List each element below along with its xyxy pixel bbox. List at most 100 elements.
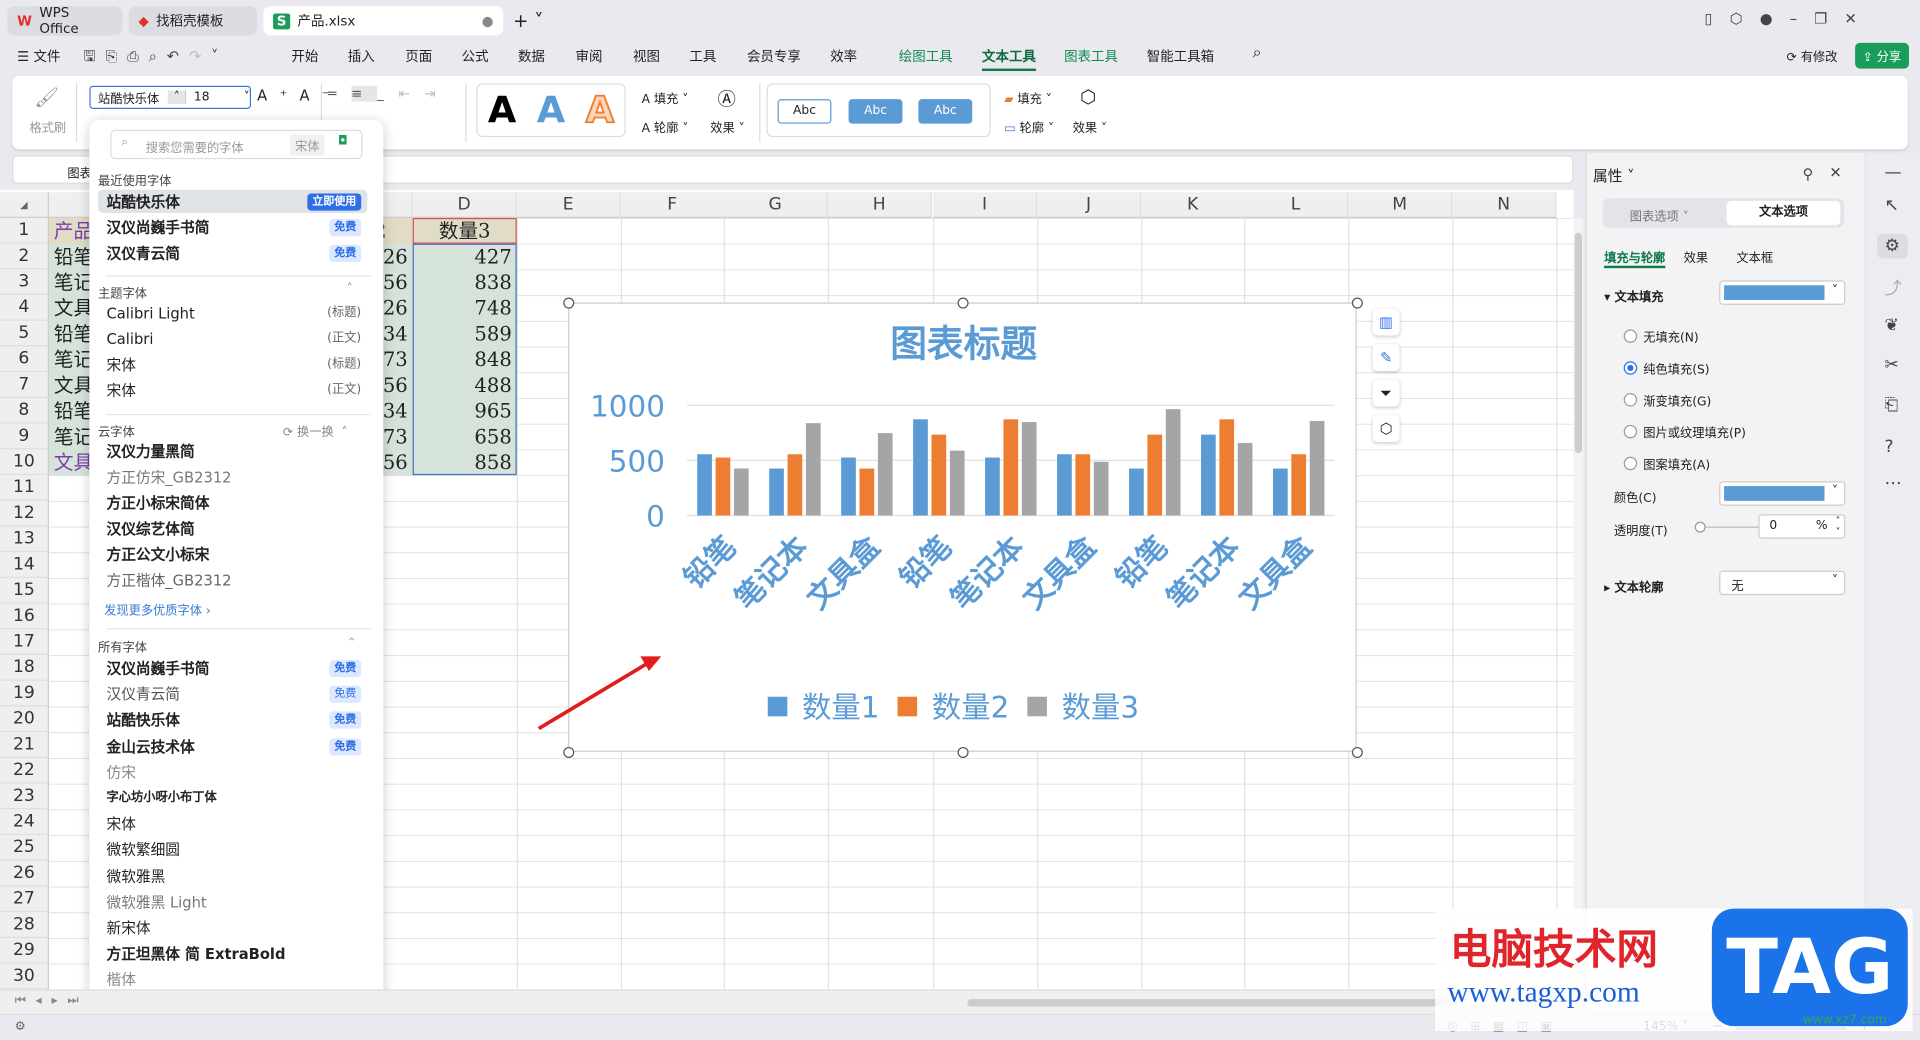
sheet-nav-arrows[interactable]: ⏮◂▸⏭ [15, 994, 89, 1007]
section-recent: 最近使用字体 [97, 175, 172, 189]
transparency-label: 透明度(T) [1613, 525, 1668, 539]
fill-type-radio[interactable]: 图片或纹理填充(P) [1623, 422, 1746, 441]
font-badge: 免费 [329, 685, 362, 704]
font-option[interactable]: 方正坦黑体 简 ExtraBold [107, 942, 362, 966]
close-panel-icon[interactable]: ✕ [1829, 164, 1841, 181]
image-tools-icon[interactable]: ❦ [1884, 316, 1898, 336]
tools-icon[interactable]: ✂ [1884, 355, 1898, 375]
font-option[interactable]: Calibri Light (标题) [107, 301, 362, 325]
select-cursor-icon[interactable]: ↖ [1884, 196, 1898, 216]
transparency-input[interactable]: 0% ˄ ˅ [1758, 514, 1846, 539]
text-outline-section[interactable]: ▸ 文本轮廓 [1604, 577, 1663, 595]
font-option[interactable]: 汉仪尚巍手书简 免费 [107, 656, 362, 680]
font-option[interactable]: 汉仪综艺体简 [107, 517, 362, 541]
chevron-down-icon: ˅ [1831, 284, 1838, 298]
help-icon[interactable]: ? [1884, 437, 1893, 457]
chevron-down-icon: ˅ [1831, 574, 1838, 588]
color-label: 颜色(C) [1613, 492, 1657, 506]
fill-color-swatch [1724, 285, 1825, 301]
tab-chart-options[interactable]: 图表选项 ˅ [1630, 206, 1689, 224]
font-option[interactable]: 汉仪力量黑简 [107, 440, 362, 464]
font-option[interactable]: 微软繁细圆 [107, 838, 362, 862]
font-option[interactable]: 汉仪尚巍手书简 免费 [107, 216, 362, 240]
font-dropdown[interactable]: ⌕ 搜索您需要的字体 宋体 ◘ 最近使用字体 站酷快乐体 立即使用 汉仪尚巍手书简免… [89, 120, 384, 1033]
color-swatch [1724, 486, 1825, 501]
fill-type-radio[interactable]: 渐变填充(G) [1623, 391, 1711, 409]
font-option[interactable]: 宋体 (标题) [107, 353, 362, 377]
text-fill-section[interactable]: ▾ 文本填充 [1604, 287, 1663, 304]
fill-color-select[interactable]: ˅ [1719, 280, 1846, 305]
fill-type-radio[interactable]: 无填充(N) [1623, 327, 1699, 345]
font-option[interactable]: 微软雅黑 Light [107, 890, 362, 914]
font-option[interactable]: Calibri (正文) [107, 327, 362, 351]
search-tag: 宋体 [290, 134, 325, 156]
more-icon[interactable]: ⋯ [1884, 474, 1901, 494]
section-theme: 主题字体 [97, 287, 147, 302]
subtab-fill-outline[interactable]: 填充与轮廓 [1604, 247, 1666, 269]
font-badge: 免费 [329, 219, 362, 237]
font-role: (标题) [327, 357, 362, 372]
camera-icon[interactable]: ◘ [338, 135, 348, 148]
font-option[interactable]: 宋体 (正文) [107, 378, 362, 402]
horizontal-scrollbar[interactable] [967, 999, 1458, 1007]
watermark-sub: www.xz7.com [1802, 1013, 1887, 1028]
font-option[interactable]: 汉仪青云简 免费 [107, 682, 362, 706]
watermark-url: www.tagxp.com [1447, 977, 1640, 1009]
font-option[interactable]: 站酷快乐体 免费 [107, 708, 362, 732]
tag-logo: TAG [1711, 908, 1908, 1027]
sheet-tabs-bar: ⏮◂▸⏭ [0, 989, 1574, 1014]
font-option[interactable]: 新宋体 [107, 916, 362, 940]
font-option[interactable]: 方正楷体_GB2312 [107, 568, 362, 592]
transform-icon[interactable]: ⤴ [1884, 276, 1901, 300]
book-search-icon[interactable]: ⎗ [1884, 396, 1898, 416]
watermark-title: 电脑技术网 [1449, 925, 1658, 975]
refresh-button[interactable]: ⟳ 换一换 ˄ [283, 421, 348, 439]
slider-thumb[interactable] [1694, 521, 1706, 533]
radio-icon[interactable] [1623, 424, 1638, 439]
tab-text-options[interactable]: 文本选项 [1726, 200, 1841, 226]
subtab-effects[interactable]: 效果 [1684, 247, 1708, 265]
font-badge: 免费 [329, 660, 362, 678]
font-option[interactable]: 方正公文小标宋 [107, 542, 362, 566]
section-cloud: 云字体 [97, 426, 135, 440]
radio-icon[interactable] [1623, 361, 1638, 375]
collapse-icon[interactable]: ˄ [347, 283, 353, 296]
font-search-input[interactable]: ⌕ 搜索您需要的字体 宋体 ◘ [110, 129, 363, 160]
font-option[interactable]: 金山云技术体 免费 [107, 734, 362, 758]
font-option[interactable]: 汉仪青云简 免费 [107, 241, 362, 265]
font-badge: 免费 [329, 737, 362, 756]
more-fonts-link[interactable]: 发现更多优质字体 › [104, 600, 211, 618]
collapse-icon[interactable]: ⌃ [347, 637, 357, 650]
collapse-icon[interactable]: — [1884, 163, 1901, 183]
font-role: (正文) [327, 331, 362, 346]
font-badge[interactable]: 立即使用 [307, 193, 362, 211]
radio-icon[interactable] [1623, 456, 1638, 471]
subtab-textbox[interactable]: 文本框 [1736, 247, 1773, 265]
arrow-to-chart [537, 660, 650, 731]
fill-type-radio[interactable]: 图案填充(A) [1623, 454, 1710, 473]
pin-icon[interactable]: ⚲ [1802, 165, 1813, 182]
properties-icon[interactable]: ⚙ [1877, 233, 1908, 259]
section-all: 所有字体 [97, 641, 147, 656]
radio-icon[interactable] [1623, 393, 1638, 407]
font-option[interactable]: 宋体 [107, 812, 362, 836]
radio-icon[interactable] [1623, 329, 1638, 343]
font-option[interactable]: 字心坊小呀小布丁体 [107, 786, 362, 810]
font-role: (标题) [327, 306, 362, 320]
outline-select[interactable]: 无 ˅ [1719, 570, 1846, 596]
watermark: 电脑技术网 www.tagxp.com TAG www.xz7.com [1435, 908, 1913, 1032]
font-badge: 免费 [329, 244, 362, 263]
panel-title[interactable]: 属性 ˅ [1593, 165, 1634, 186]
color-select[interactable]: ˅ [1719, 481, 1846, 506]
macro-icon[interactable]: ⚙ [15, 1020, 26, 1033]
font-option[interactable]: 站酷快乐体 立即使用 [107, 190, 362, 214]
font-option[interactable]: 方正仿宋_GB2312 [107, 465, 362, 489]
font-badge: 免费 [329, 711, 362, 730]
font-option[interactable]: 仿宋 [107, 760, 362, 784]
properties-panel: 属性 ˅ ⚲ ✕ 图表选项 ˅ 文本选项 填充与轮廓 效果 文本框 ▾ 文本填充… [1585, 153, 1864, 1011]
font-option[interactable]: 方正小标宋简体 [107, 491, 362, 515]
spinner-icon[interactable]: ˄ ˅ [1836, 516, 1841, 538]
option-tabs: 图表选项 ˅ 文本选项 [1602, 198, 1845, 228]
font-option[interactable]: 微软雅黑 [107, 864, 362, 888]
fill-type-radio[interactable]: 纯色填充(S) [1623, 359, 1710, 377]
